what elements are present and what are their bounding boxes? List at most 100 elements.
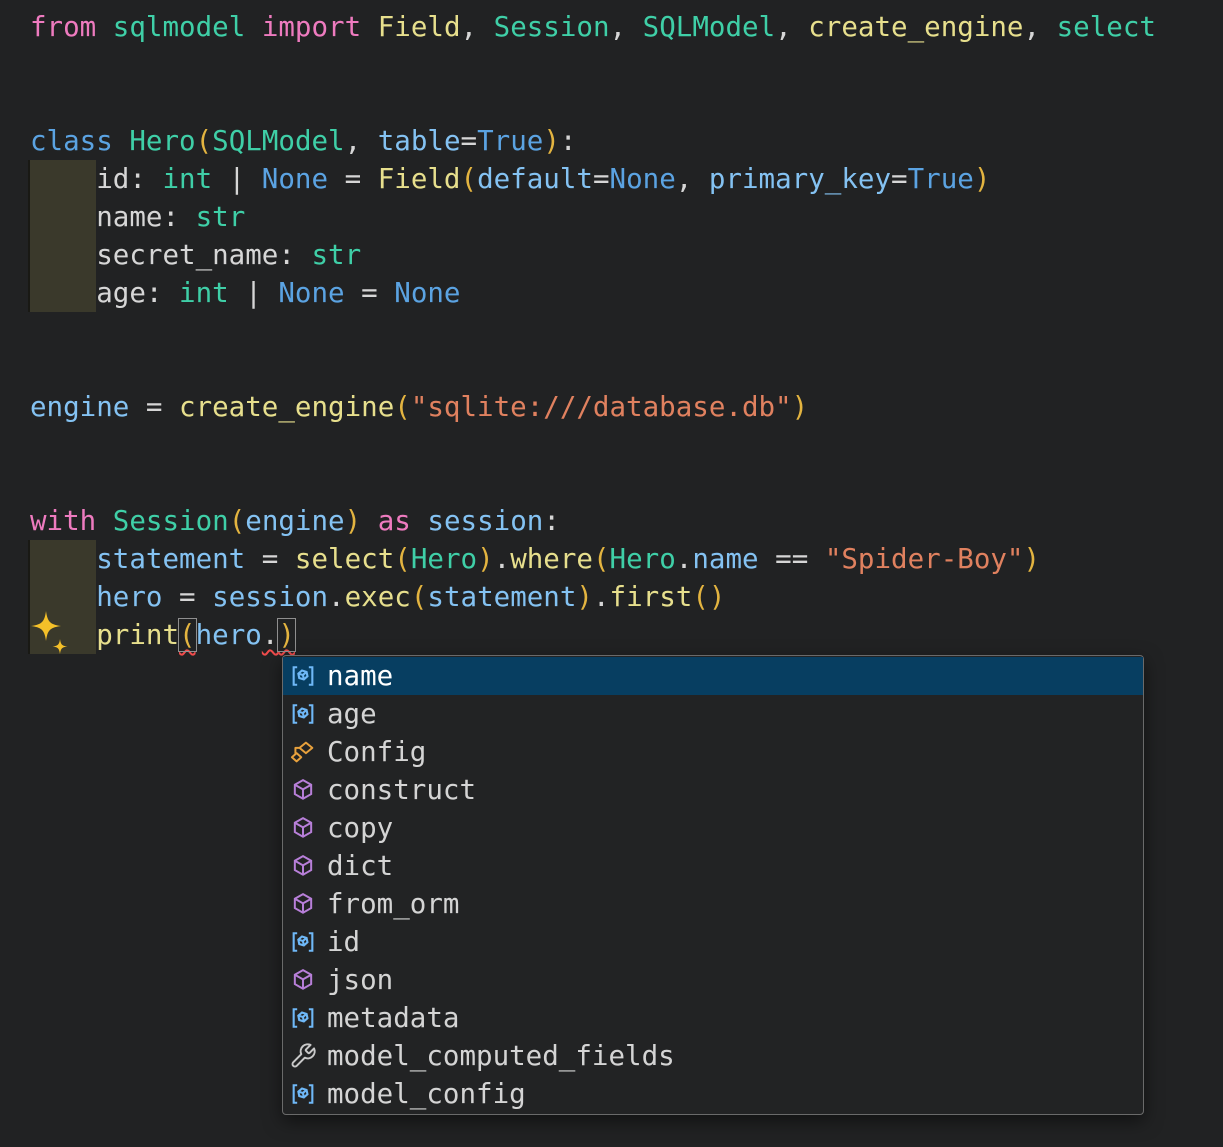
code-token: default bbox=[477, 163, 593, 195]
suggest-item-json[interactable]: json bbox=[283, 961, 1143, 999]
code-token: None bbox=[278, 277, 345, 309]
code-line[interactable] bbox=[30, 84, 1156, 122]
code-line[interactable]: engine = create_engine("sqlite:///databa… bbox=[30, 388, 1156, 426]
code-token: = bbox=[344, 277, 395, 309]
code-line[interactable]: name: str bbox=[30, 198, 1156, 236]
code-token: Hero bbox=[410, 543, 478, 575]
code-line[interactable] bbox=[30, 426, 1156, 464]
symbol-method-icon bbox=[289, 776, 317, 804]
code-line[interactable]: with Session(engine) as session: bbox=[30, 502, 1156, 540]
code-token: = bbox=[162, 581, 213, 613]
code-line[interactable]: age: int | None = None bbox=[30, 274, 1156, 312]
code-line[interactable]: from sqlmodel import Field, Session, SQL… bbox=[30, 8, 1156, 46]
code-token: . bbox=[261, 619, 279, 651]
suggest-item-label: id bbox=[327, 926, 361, 958]
code-token: | bbox=[212, 163, 262, 195]
symbol-field-icon bbox=[289, 928, 317, 956]
code-line[interactable] bbox=[30, 350, 1156, 388]
code-token: statement bbox=[96, 543, 246, 575]
code-token: engine bbox=[30, 391, 130, 423]
code-token: from bbox=[30, 11, 97, 43]
code-token: ) bbox=[576, 581, 593, 613]
code-line[interactable]: secret_name: str bbox=[30, 236, 1156, 274]
suggest-item-metadata[interactable]: metadata bbox=[283, 999, 1143, 1037]
suggest-item-label: model_config bbox=[327, 1078, 526, 1110]
code-token: ) bbox=[276, 617, 297, 653]
code-token: str bbox=[195, 201, 246, 233]
suggest-item-copy[interactable]: copy bbox=[283, 809, 1143, 847]
suggest-item-label: metadata bbox=[327, 1002, 460, 1034]
code-token: = bbox=[891, 163, 908, 195]
code-token: "sqlite:///database.db" bbox=[410, 391, 792, 423]
code-token: primary_key bbox=[708, 163, 892, 195]
suggest-item-label: copy bbox=[327, 812, 394, 844]
symbol-class-icon bbox=[289, 738, 317, 766]
symbol-method-icon bbox=[289, 890, 317, 918]
code-token: , bbox=[344, 125, 378, 157]
code-editor[interactable]: from sqlmodel import Field, Session, SQL… bbox=[30, 8, 1156, 654]
code-token: ( bbox=[692, 581, 709, 613]
suggest-item-label: Config bbox=[327, 736, 427, 768]
suggest-item-label: age bbox=[327, 698, 377, 730]
suggest-item-age[interactable]: age bbox=[283, 695, 1143, 733]
code-token: Field bbox=[377, 11, 461, 43]
suggest-item-Config[interactable]: Config bbox=[283, 733, 1143, 771]
code-token: SQLModel bbox=[212, 125, 345, 157]
code-token: , bbox=[675, 163, 709, 195]
suggest-item-model_computed_fields[interactable]: model_computed_fields bbox=[283, 1037, 1143, 1075]
code-token: = bbox=[245, 543, 295, 575]
suggest-item-model_config[interactable]: model_config bbox=[283, 1075, 1143, 1113]
code-token: str bbox=[311, 239, 362, 271]
code-token: True bbox=[907, 163, 974, 195]
suggest-item-label: construct bbox=[327, 774, 477, 806]
code-token: ) bbox=[708, 581, 726, 613]
code-line[interactable]: class Hero(SQLModel, table=True): bbox=[30, 122, 1156, 160]
code-line[interactable]: statement = select(Hero).where(Hero.name… bbox=[30, 540, 1156, 578]
suggest-item-label: json bbox=[327, 964, 394, 996]
code-token: first bbox=[609, 581, 693, 613]
suggest-item-dict[interactable]: dict bbox=[283, 847, 1143, 885]
code-token: name bbox=[692, 543, 759, 575]
code-token: with bbox=[30, 505, 97, 537]
suggest-widget: name age Config construct copy dict from… bbox=[282, 655, 1144, 1115]
symbol-method-icon bbox=[289, 814, 317, 842]
symbol-field-icon bbox=[289, 662, 317, 690]
code-line[interactable]: hero = session.exec(statement).first() bbox=[30, 578, 1156, 616]
code-token: None bbox=[609, 163, 676, 195]
code-token: ) bbox=[791, 391, 809, 423]
code-token: as bbox=[377, 505, 411, 537]
code-token: : bbox=[559, 125, 577, 157]
code-token: ) bbox=[1023, 543, 1041, 575]
code-token: ( bbox=[195, 125, 213, 157]
code-line[interactable]: print(hero.) bbox=[30, 616, 1156, 654]
code-token: : bbox=[543, 505, 560, 537]
suggest-item-construct[interactable]: construct bbox=[283, 771, 1143, 809]
code-token: = bbox=[328, 163, 378, 195]
symbol-field-icon bbox=[289, 1080, 317, 1108]
code-token: ( bbox=[394, 391, 411, 423]
code-token: = bbox=[129, 391, 180, 423]
code-token: ( bbox=[460, 163, 478, 195]
code-line[interactable] bbox=[30, 312, 1156, 350]
suggest-item-label: from_orm bbox=[327, 888, 460, 920]
code-line[interactable]: id: int | None = Field(default=None, pri… bbox=[30, 160, 1156, 198]
code-token: create_engine bbox=[179, 391, 395, 423]
code-token: select bbox=[294, 543, 395, 575]
suggest-item-from_orm[interactable]: from_orm bbox=[283, 885, 1143, 923]
suggest-item-name[interactable]: name bbox=[283, 657, 1143, 695]
code-token: class bbox=[30, 125, 113, 157]
code-line[interactable] bbox=[30, 46, 1156, 84]
copilot-sparkle-icon[interactable] bbox=[26, 610, 70, 658]
code-line[interactable] bbox=[30, 464, 1156, 502]
suggest-item-id[interactable]: id bbox=[283, 923, 1143, 961]
code-token: int bbox=[179, 277, 229, 309]
code-token: = bbox=[592, 163, 610, 195]
code-token: Session bbox=[493, 11, 610, 43]
code-token: None bbox=[394, 277, 461, 309]
code-token: hero bbox=[96, 581, 163, 613]
suggest-item-label: dict bbox=[327, 850, 394, 882]
